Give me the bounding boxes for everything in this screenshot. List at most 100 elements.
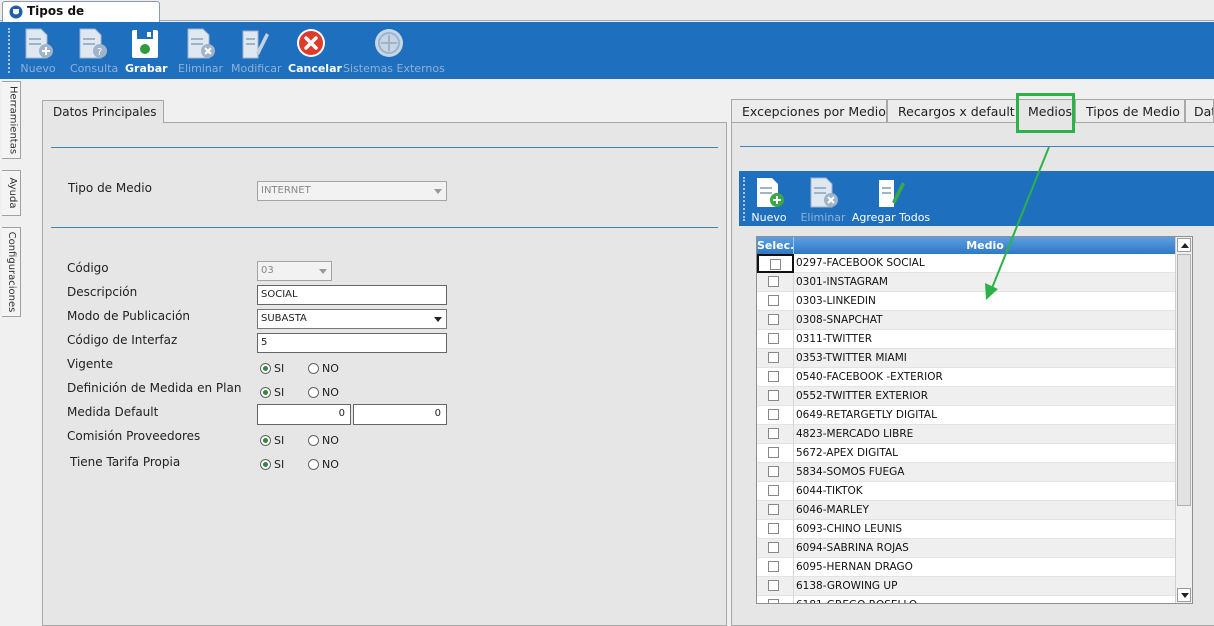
codigo-interfaz-input[interactable]: 5 [257, 333, 447, 353]
row-checkbox[interactable] [768, 314, 779, 325]
table-row[interactable]: 0552-TWITTER EXTERIOR [757, 387, 1176, 406]
row-checkbox[interactable] [768, 352, 779, 363]
definicion-medida-si-radio[interactable]: SI [260, 386, 284, 399]
side-tab-configuraciones[interactable]: Configuraciones [2, 227, 21, 317]
sistemas-externos-button[interactable]: Sistemas Externos [343, 22, 445, 79]
tipo-medio-select[interactable]: INTERNET [257, 181, 447, 201]
scroll-up-icon[interactable] [1177, 238, 1191, 252]
definicion-medida-no-radio[interactable]: NO [308, 386, 339, 399]
select-cell[interactable] [757, 330, 794, 349]
vigente-no-radio[interactable]: NO [308, 362, 339, 375]
tab-datos-principales[interactable]: Datos Principales [42, 100, 164, 123]
row-checkbox[interactable] [768, 276, 779, 287]
table-row[interactable]: 0353-TWITTER MIAMI [757, 349, 1176, 368]
select-cell[interactable] [757, 425, 794, 444]
select-cell[interactable] [757, 558, 794, 577]
column-header-selec[interactable]: Selec. [757, 237, 794, 254]
table-row[interactable]: 6093-CHINO LEUNIS [757, 520, 1176, 539]
table-row[interactable]: 4823-MERCADO LIBRE [757, 425, 1176, 444]
tab-recargos-default[interactable]: Recargos x default [887, 99, 1017, 123]
table-row[interactable]: 5834-SOMOS FUEGA [757, 463, 1176, 482]
row-checkbox[interactable] [768, 428, 779, 439]
table-row[interactable]: 0297-FACEBOOK SOCIAL [757, 254, 1176, 273]
column-header-medio[interactable]: Medio [794, 237, 1176, 254]
eliminar-button[interactable]: Eliminar [178, 22, 223, 79]
row-checkbox[interactable] [768, 390, 779, 401]
cancelar-button[interactable]: Cancelar [288, 22, 342, 79]
table-row[interactable]: 6044-TIKTOK [757, 482, 1176, 501]
table-row[interactable]: 6094-SABRINA ROJAS [757, 539, 1176, 558]
nuevo-button[interactable]: Nuevo [18, 22, 58, 79]
descripcion-input[interactable]: SOCIAL [257, 285, 447, 305]
medios-grid: Selec. Medio 0297-FACEBOOK SOCIAL 0301-IN… [756, 236, 1193, 604]
row-checkbox[interactable] [768, 409, 779, 420]
row-checkbox[interactable] [768, 523, 779, 534]
table-row[interactable]: 5672-APEX DIGITAL [757, 444, 1176, 463]
row-checkbox[interactable] [768, 561, 779, 572]
tab-excepciones-por-medio[interactable]: Excepciones por Medio [731, 99, 887, 123]
table-row[interactable]: 0540-FACEBOOK -EXTERIOR [757, 368, 1176, 387]
select-cell[interactable] [757, 539, 794, 558]
tiene-tarifa-no-radio[interactable]: NO [308, 458, 339, 471]
side-tab-ayuda[interactable]: Ayuda [2, 170, 21, 216]
modo-publicacion-select[interactable]: SUBASTA [257, 309, 447, 329]
table-row[interactable]: 6181-GREGO ROSELLO [757, 596, 1176, 603]
row-checkbox[interactable] [768, 447, 779, 458]
row-checkbox[interactable] [768, 485, 779, 496]
select-cell[interactable] [757, 406, 794, 425]
vigente-si-radio[interactable]: SI [260, 362, 284, 375]
toolbar-grip[interactable] [8, 28, 11, 73]
table-row[interactable]: 0649-RETARGETLY DIGITAL [757, 406, 1176, 425]
select-cell[interactable] [757, 520, 794, 539]
codigo-select[interactable]: 03 [257, 261, 332, 281]
vigente-si-label: SI [274, 362, 285, 375]
grabar-button[interactable]: Grabar [125, 22, 168, 79]
table-row[interactable]: 6046-MARLEY [757, 501, 1176, 520]
grid-scrollbar[interactable] [1175, 237, 1192, 603]
medida-default-input-1[interactable]: 0 [257, 404, 351, 425]
tiene-tarifa-si-radio[interactable]: SI [260, 458, 284, 471]
consulta-button[interactable]: ? Consulta [70, 22, 118, 79]
select-cell[interactable] [757, 482, 794, 501]
comision-si-radio[interactable]: SI [260, 434, 284, 447]
scroll-thumb[interactable] [1177, 254, 1191, 506]
row-checkbox[interactable] [768, 580, 779, 591]
select-cell[interactable] [757, 368, 794, 387]
table-row[interactable]: 6095-HERNAN DRAGO [757, 558, 1176, 577]
agregar-todos-button[interactable]: Agregar Todos [852, 171, 930, 226]
side-tab-herramientas[interactable]: Herramientas [2, 81, 21, 159]
row-checkbox[interactable] [768, 504, 779, 515]
modificar-button[interactable]: Modificar [231, 22, 282, 79]
table-row[interactable]: 0301-INSTAGRAM [757, 273, 1176, 292]
select-cell[interactable] [757, 463, 794, 482]
row-checkbox[interactable] [768, 295, 779, 306]
medios-nuevo-button[interactable]: Nuevo [751, 171, 787, 226]
scroll-down-icon[interactable] [1177, 588, 1191, 602]
table-row[interactable]: 0303-LINKEDIN [757, 292, 1176, 311]
select-cell[interactable] [757, 501, 794, 520]
select-cell[interactable] [757, 387, 794, 406]
comision-no-radio[interactable]: NO [308, 434, 339, 447]
select-cell[interactable] [757, 292, 794, 311]
select-cell[interactable] [757, 596, 794, 603]
table-row[interactable]: 0308-SNAPCHAT [757, 311, 1176, 330]
select-cell[interactable] [757, 349, 794, 368]
row-checkbox[interactable] [768, 542, 779, 553]
tab-datos-truncated[interactable]: Dat [1185, 99, 1214, 123]
select-cell[interactable] [757, 311, 794, 330]
table-row[interactable]: 0311-TWITTER [757, 330, 1176, 349]
row-checkbox[interactable] [768, 333, 779, 344]
row-checkbox[interactable] [768, 466, 779, 477]
select-cell[interactable] [757, 273, 794, 292]
medios-eliminar-button[interactable]: Eliminar [800, 171, 846, 226]
row-checkbox[interactable] [770, 259, 781, 270]
row-checkbox[interactable] [768, 599, 779, 603]
select-cell[interactable] [757, 254, 794, 273]
select-cell[interactable] [757, 577, 794, 596]
window-tab-tipos-publicacion[interactable]: Tipos de Publicación [2, 1, 160, 36]
medida-default-input-2[interactable]: 0 [353, 404, 447, 425]
table-row[interactable]: 6138-GROWING UP [757, 577, 1176, 596]
row-checkbox[interactable] [768, 371, 779, 382]
select-cell[interactable] [757, 444, 794, 463]
tab-tipos-de-medio[interactable]: Tipos de Medio [1075, 99, 1185, 123]
